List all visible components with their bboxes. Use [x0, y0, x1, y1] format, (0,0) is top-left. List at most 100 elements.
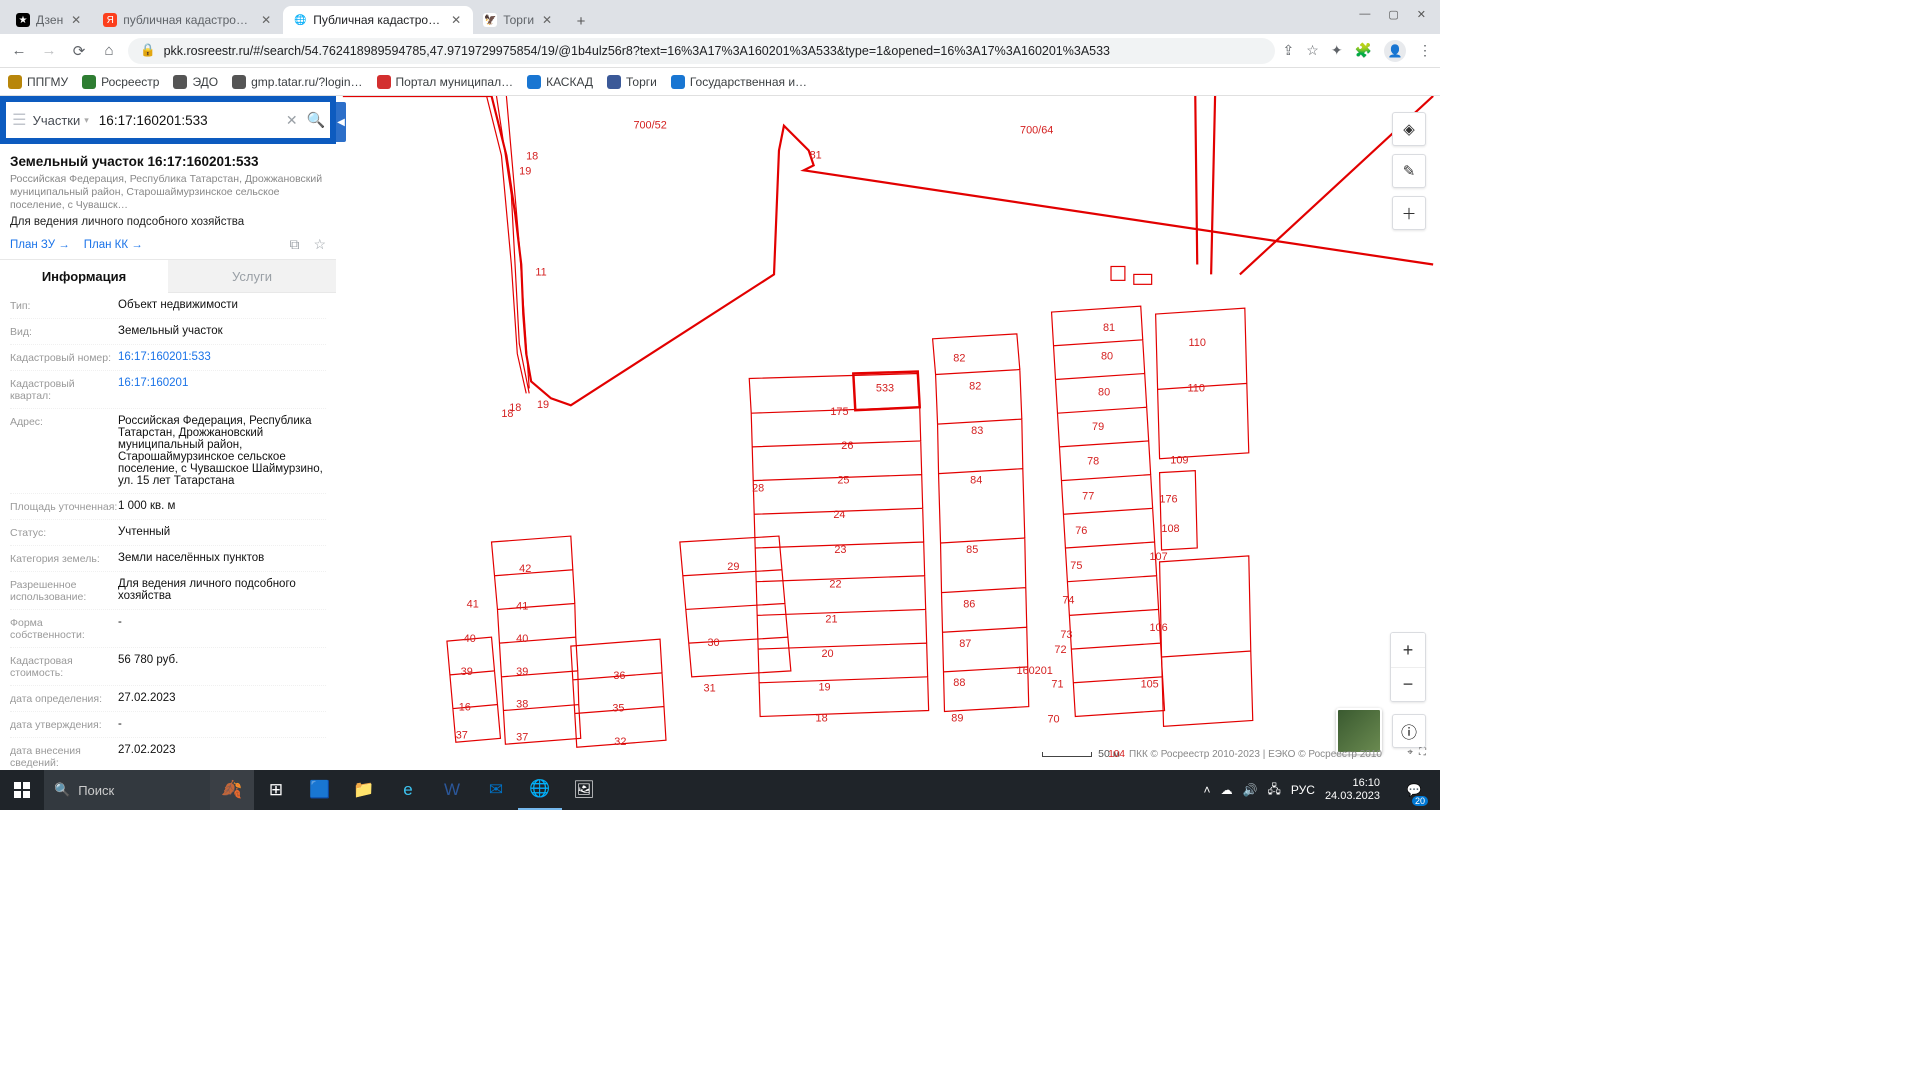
- parcel-label: 86: [963, 598, 975, 610]
- parcel-label: 70: [1047, 713, 1059, 725]
- tray-clock[interactable]: 16:10 24.03.2023: [1325, 777, 1386, 802]
- add-button[interactable]: ＋: [1392, 196, 1426, 230]
- zoom-out-button[interactable]: −: [1391, 667, 1425, 701]
- property-key: Разрешенное использование:: [10, 578, 118, 603]
- screenshot-icon[interactable]: ⧉: [289, 236, 299, 253]
- tab-close-icon[interactable]: ✕: [540, 13, 554, 27]
- plan-kk-link[interactable]: План КК →: [84, 239, 143, 251]
- search-icon[interactable]: 🔍: [302, 111, 330, 129]
- edge-icon[interactable]: 🟦: [298, 770, 342, 810]
- tray-volume-icon[interactable]: 🔊: [1243, 783, 1258, 797]
- reload-button[interactable]: ⟳: [68, 40, 90, 62]
- parcel-label: 74: [1062, 594, 1074, 606]
- parcel-label: 22: [829, 579, 841, 591]
- sidebar-collapse-button[interactable]: ◀: [336, 102, 346, 142]
- tab-title: Дзен: [36, 13, 63, 27]
- parcel-label: 40: [516, 633, 528, 645]
- window-maximize-icon[interactable]: ▢: [1388, 8, 1398, 21]
- parcel-label: 76: [1075, 525, 1087, 537]
- browser-tab[interactable]: 🦅Торги✕: [473, 6, 564, 34]
- tab-services[interactable]: Услуги: [168, 260, 336, 293]
- tray-network-icon[interactable]: 🖧: [1268, 780, 1281, 801]
- bookmark-item[interactable]: КАСКАД: [527, 75, 593, 89]
- bookmark-favicon-icon: [232, 75, 246, 89]
- property-value: Российская Федерация, Республика Татарст…: [118, 415, 326, 487]
- property-value: 56 780 руб.: [118, 654, 326, 666]
- bookmark-label: ППГМУ: [27, 75, 68, 89]
- star-icon[interactable]: ☆: [1306, 42, 1319, 59]
- bookmark-item[interactable]: ППГМУ: [8, 75, 68, 89]
- property-key: Кадастровый номер:: [10, 351, 118, 364]
- hamburger-icon[interactable]: ☰: [6, 110, 33, 130]
- tray-notifications[interactable]: 💬20: [1396, 770, 1432, 810]
- chevron-down-icon: ▾: [84, 115, 89, 126]
- ie-icon[interactable]: e: [386, 770, 430, 810]
- url-field[interactable]: 🔒 pkk.rosreestr.ru/#/search/54.762418989…: [128, 38, 1275, 64]
- extensions-icon[interactable]: ✦: [1331, 42, 1343, 59]
- start-button[interactable]: [0, 770, 44, 810]
- profile-avatar[interactable]: 👤: [1384, 40, 1406, 62]
- search-input[interactable]: [93, 113, 282, 128]
- browser-tabstrip: ★Дзен✕Япубличная кадастровая карта - …✕🌐…: [0, 0, 1440, 34]
- taskbar-search[interactable]: 🔍 Поиск: [44, 770, 210, 810]
- menu-icon[interactable]: ⋮: [1418, 42, 1432, 59]
- bookmark-item[interactable]: ЭДО: [173, 75, 218, 89]
- tab-close-icon[interactable]: ✕: [449, 13, 463, 27]
- parcel-label: 80: [1101, 351, 1113, 363]
- tray-chevron-icon[interactable]: ˄: [1204, 783, 1211, 797]
- property-value: 27.02.2023: [118, 692, 326, 704]
- property-value[interactable]: 16:17:160201:533: [118, 351, 326, 363]
- bookmark-favicon-icon: [377, 75, 391, 89]
- parcel-label: 81: [810, 149, 822, 161]
- browser-tab[interactable]: Япубличная кадастровая карта - …✕: [93, 6, 283, 34]
- bookmark-item[interactable]: Государственная и…: [671, 75, 807, 89]
- tab-close-icon[interactable]: ✕: [69, 13, 83, 27]
- home-button[interactable]: ⌂: [98, 40, 120, 62]
- outlook-icon[interactable]: ✉: [474, 770, 518, 810]
- help-button[interactable]: ⓘ: [1392, 714, 1426, 748]
- chrome-icon[interactable]: 🌐: [518, 770, 562, 810]
- share-icon[interactable]: ⇪: [1283, 42, 1295, 59]
- parcel-label: 11: [535, 266, 546, 278]
- layers-button[interactable]: ◈: [1392, 112, 1426, 146]
- map-canvas[interactable]: 700/52700/648153317511822619181825288242…: [336, 96, 1440, 770]
- bookmark-item[interactable]: Росреестр: [82, 75, 159, 89]
- lock-icon: 🔒: [140, 43, 156, 58]
- parcel-label: 38: [516, 699, 528, 711]
- url-text: pkk.rosreestr.ru/#/search/54.76241898959…: [164, 44, 1110, 58]
- favorite-icon[interactable]: ☆: [313, 236, 326, 253]
- edit-button[interactable]: ✎: [1392, 154, 1426, 188]
- search-category[interactable]: Участки▾: [33, 113, 93, 128]
- new-tab-button[interactable]: +: [568, 8, 594, 34]
- bookmark-item[interactable]: gmp.tatar.ru/?login…: [232, 75, 362, 89]
- puzzle-icon[interactable]: 🧩: [1355, 42, 1372, 59]
- tray-lang[interactable]: РУС: [1291, 783, 1315, 797]
- tab-close-icon[interactable]: ✕: [259, 13, 273, 27]
- tasks-icon[interactable]: 🍂: [210, 770, 254, 810]
- plan-zu-link[interactable]: План ЗУ →: [10, 239, 70, 251]
- fullscreen-icon[interactable]: ⛶: [1419, 747, 1426, 758]
- browser-tab[interactable]: 🌐Публичная кадастровая карта✕: [283, 6, 473, 34]
- word-icon[interactable]: W: [430, 770, 474, 810]
- basemap-thumbnail[interactable]: [1336, 708, 1382, 754]
- photos-icon[interactable]: 🖼: [562, 770, 606, 810]
- zoom-in-button[interactable]: +: [1391, 633, 1425, 667]
- taskbar: 🔍 Поиск 🍂 ⊞ 🟦 📁 e W ✉ 🌐 🖼 ˄ ☁ 🔊 🖧 РУС 16…: [0, 770, 1440, 810]
- parcel-label: 82: [953, 353, 965, 365]
- object-address-short: Российская Федерация, Республика Татарст…: [10, 173, 326, 212]
- window-minimize-icon[interactable]: —: [1359, 8, 1370, 20]
- tab-information[interactable]: Информация: [0, 260, 168, 293]
- locate-icon[interactable]: ⌖: [1407, 747, 1413, 758]
- window-close-icon[interactable]: ✕: [1417, 8, 1426, 21]
- taskview-icon[interactable]: ⊞: [254, 770, 298, 810]
- bookmark-item[interactable]: Портал муниципал…: [377, 75, 514, 89]
- property-value[interactable]: 16:17:160201: [118, 377, 326, 389]
- bookmark-item[interactable]: Торги: [607, 75, 657, 89]
- property-row: Статус:Учтенный: [10, 519, 326, 545]
- window-controls: — ▢ ✕: [1345, 0, 1440, 28]
- explorer-icon[interactable]: 📁: [342, 770, 386, 810]
- browser-tab[interactable]: ★Дзен✕: [6, 6, 93, 34]
- clear-icon[interactable]: ✕: [282, 112, 302, 129]
- back-button[interactable]: ←: [8, 40, 30, 62]
- tray-onedrive-icon[interactable]: ☁: [1221, 783, 1233, 797]
